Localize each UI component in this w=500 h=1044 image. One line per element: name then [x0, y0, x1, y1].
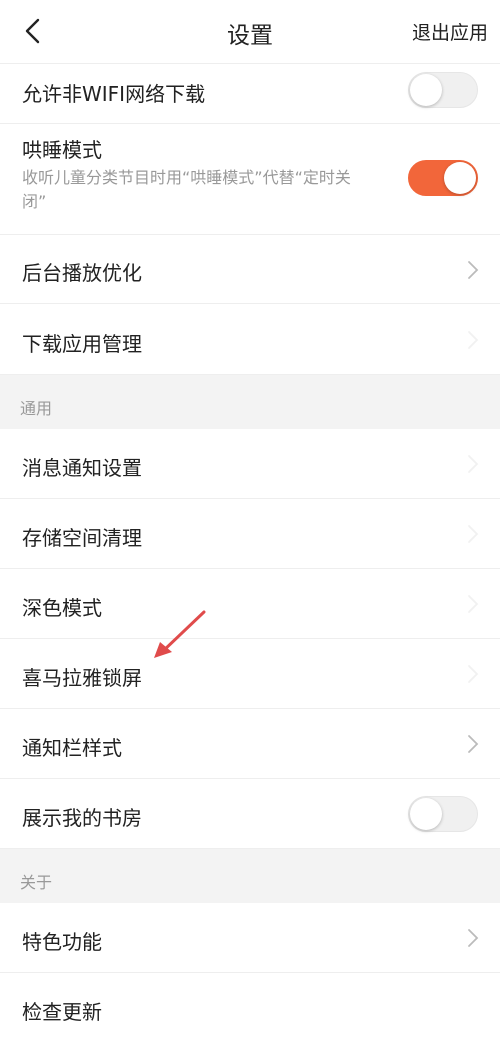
chevron-right-icon	[466, 259, 480, 281]
row-label: 检查更新	[22, 1000, 102, 1024]
wifi-download-toggle[interactable]	[408, 72, 478, 108]
annotation-arrow-icon	[154, 610, 206, 658]
row-label: 后台播放优化	[22, 261, 142, 285]
row-background-play[interactable]: 后台播放优化	[0, 235, 500, 304]
toggle-knob	[444, 162, 476, 194]
row-dark-mode[interactable]: 深色模式	[0, 569, 500, 639]
chevron-right-icon	[466, 453, 480, 475]
lull-mode-toggle[interactable]	[408, 160, 478, 196]
section-label: 通用	[20, 399, 53, 418]
section-general: 通用	[0, 375, 500, 429]
row-lull-mode: 哄睡模式 收听儿童分类节目时用“哄睡模式”代替“定时关闭”	[0, 124, 500, 235]
row-label: 允许非WIFI网络下载	[22, 82, 206, 106]
row-notify-style[interactable]: 通知栏样式	[0, 709, 500, 779]
chevron-right-icon	[466, 733, 480, 755]
chevron-right-icon	[466, 523, 480, 545]
row-label: 特色功能	[22, 930, 102, 954]
chevron-right-icon	[466, 593, 480, 615]
row-download-manage[interactable]: 下载应用管理	[0, 304, 500, 375]
row-label: 通知栏样式	[22, 736, 122, 760]
chevron-right-icon	[466, 329, 480, 351]
section-about: 关于	[0, 849, 500, 903]
row-lock-screen[interactable]: 喜马拉雅锁屏	[0, 639, 500, 709]
row-check-update[interactable]: 检查更新	[0, 973, 500, 1044]
row-storage-clean[interactable]: 存储空间清理	[0, 499, 500, 569]
chevron-right-icon	[466, 927, 480, 949]
row-label: 下载应用管理	[22, 332, 142, 356]
row-label: 消息通知设置	[22, 456, 142, 480]
row-label: 喜马拉雅锁屏	[22, 666, 142, 690]
row-show-study: 展示我的书房	[0, 779, 500, 849]
row-notify-settings[interactable]: 消息通知设置	[0, 429, 500, 499]
row-wifi-download: 允许非WIFI网络下载	[0, 64, 500, 124]
row-description: 收听儿童分类节目时用“哄睡模式”代替“定时关闭”	[22, 168, 351, 211]
row-label: 存储空间清理	[22, 526, 142, 550]
section-label: 关于	[20, 873, 53, 892]
toggle-knob	[410, 798, 442, 830]
settings-list: 允许非WIFI网络下载 哄睡模式 收听儿童分类节目时用“哄睡模式”代替“定时关闭…	[0, 64, 500, 1044]
show-study-toggle[interactable]	[408, 796, 478, 832]
row-label: 展示我的书房	[22, 806, 142, 830]
row-label: 深色模式	[22, 596, 102, 620]
row-label: 哄睡模式	[22, 138, 102, 162]
chevron-right-icon	[466, 663, 480, 685]
top-bar: 设置 退出应用	[0, 0, 500, 64]
exit-app-button[interactable]: 退出应用	[412, 18, 488, 45]
row-features[interactable]: 特色功能	[0, 903, 500, 973]
toggle-knob	[410, 74, 442, 106]
